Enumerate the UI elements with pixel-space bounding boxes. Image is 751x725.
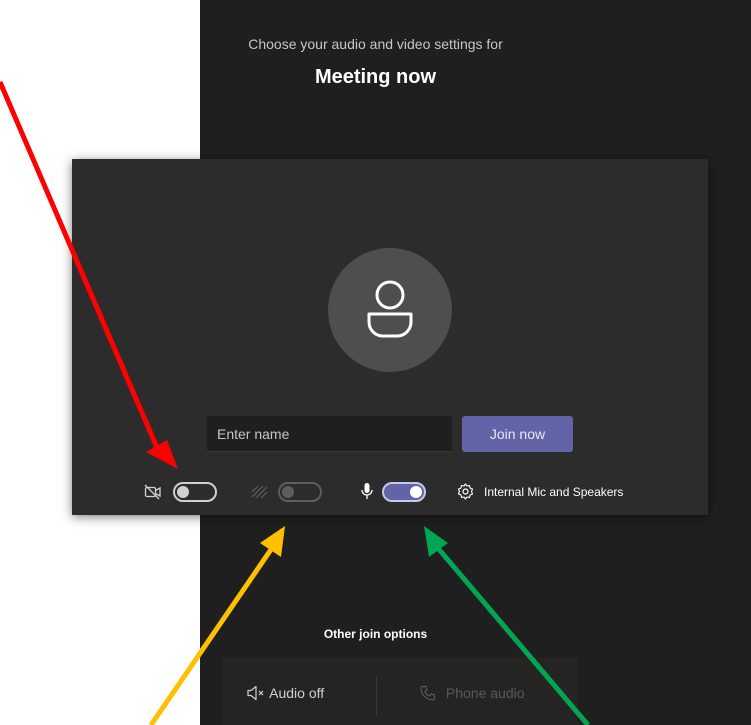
red-arrow bbox=[0, 81, 178, 469]
yellow-arrow bbox=[148, 526, 285, 725]
annotation-arrows bbox=[0, 81, 590, 725]
green-arrow bbox=[424, 526, 590, 725]
